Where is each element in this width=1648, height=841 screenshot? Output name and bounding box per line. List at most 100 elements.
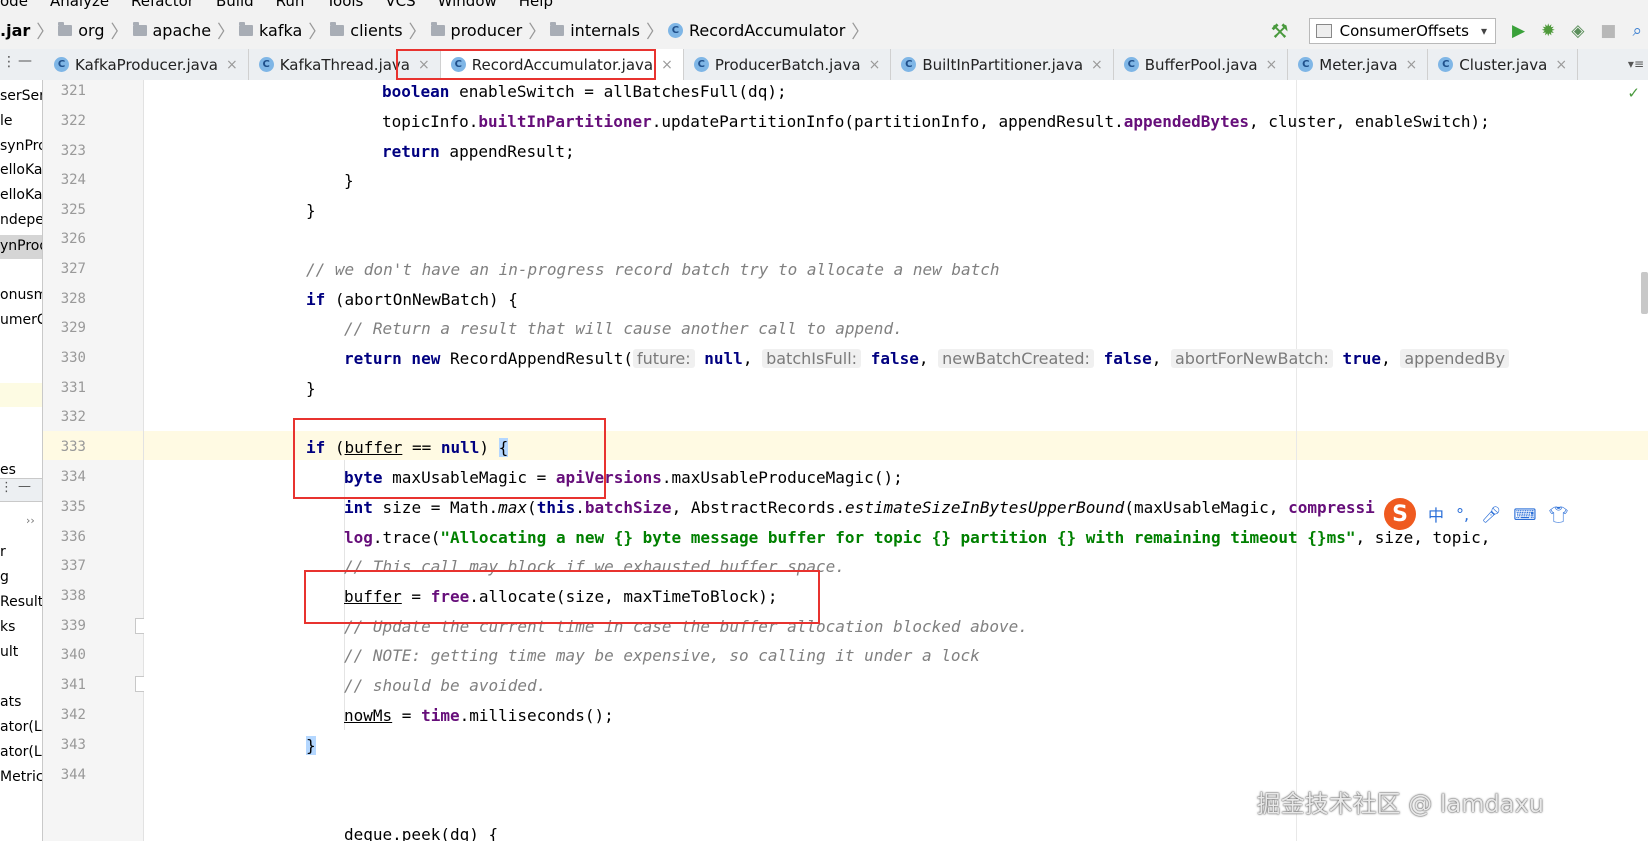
breadcrumb-item-jar[interactable]: .jar 〉 — [0, 18, 54, 44]
ime-punctuation-button[interactable]: °, — [1456, 505, 1469, 524]
tree-item[interactable]: elloKa — [0, 162, 42, 178]
tree-item[interactable]: serSer — [0, 88, 42, 104]
close-icon[interactable]: × — [1555, 57, 1567, 73]
code-line-327: // we don't have an in-progress record b… — [306, 260, 1000, 279]
code-editor[interactable]: boolean enableSwitch = allBatchesFull(dq… — [144, 80, 1648, 841]
tree-item[interactable]: ks — [0, 619, 15, 635]
tree-item[interactable]: ndeper — [0, 212, 42, 228]
debug-bug-icon[interactable]: ✹ — [1541, 21, 1555, 41]
breadcrumb-item-recordaccumulator[interactable]: C RecordAccumulator 〉 — [667, 18, 870, 44]
ime-chinese-mode-button[interactable]: 中 — [1428, 502, 1444, 526]
close-icon[interactable]: × — [1406, 57, 1418, 73]
tree-item[interactable]: le — [0, 113, 13, 129]
code-line-341: // should be avoided. — [344, 676, 547, 695]
menu-build[interactable]: Build — [216, 0, 254, 10]
tab-kafkathread[interactable]: C KafkaThread.java × — [249, 49, 441, 80]
tree-item[interactable]: onusm — [0, 287, 42, 303]
tab-cluster[interactable]: C Cluster.java × — [1428, 49, 1579, 80]
navigation-bar: .jar 〉 org 〉 apache 〉 kafka 〉 clients 〉 produ… — [0, 12, 1648, 50]
coverage-icon[interactable]: ◈ — [1571, 21, 1584, 41]
expand-chevron-icon[interactable]: ›› — [26, 514, 35, 527]
menu-vcs[interactable]: VCS — [385, 0, 415, 10]
settings-icon[interactable]: ⋮ — [0, 480, 13, 495]
breadcrumb-item-producer[interactable]: producer 〉 — [430, 18, 546, 44]
tree-item[interactable]: ats — [0, 694, 21, 710]
folder-icon — [430, 22, 445, 36]
run-configuration-select[interactable]: ConsumerOffsets ▾ — [1308, 17, 1496, 44]
close-icon[interactable]: × — [1091, 57, 1103, 73]
tree-item[interactable]: ult — [0, 644, 18, 660]
tab-kafkaproducer[interactable]: C KafkaProducer.java × — [44, 49, 249, 80]
tab-producerbatch[interactable]: C ProducerBatch.java × — [684, 49, 892, 80]
tab-bufferpool[interactable]: C BufferPool.java × — [1114, 49, 1289, 80]
tree-item[interactable]: es — [0, 462, 16, 478]
menu-analyze[interactable]: Analyze — [50, 0, 109, 10]
tree-item[interactable]: Metric — [0, 769, 42, 785]
code-line-330: return new RecordAppendResult(future: nu… — [344, 344, 1510, 374]
sogou-logo-icon[interactable]: S — [1384, 498, 1416, 530]
tree-item[interactable]: elloKa — [0, 187, 42, 203]
tree-item[interactable]: ator(L — [0, 744, 42, 760]
param-hint-future: future: — [632, 349, 695, 368]
class-icon: C — [450, 57, 466, 72]
code-line-343: } — [306, 731, 316, 761]
breadcrumb-item-internals[interactable]: internals 〉 — [550, 18, 664, 44]
tree-item[interactable]: synPro — [0, 138, 42, 154]
breadcrumb-item-clients[interactable]: clients 〉 — [330, 18, 427, 44]
line-number: 338 — [60, 588, 86, 604]
tab-meter[interactable]: C Meter.java × — [1288, 49, 1429, 80]
code-line-336: log.trace("Allocating a new {} byte mess… — [344, 528, 1491, 547]
menu-code[interactable]: ode — [0, 0, 28, 10]
close-icon[interactable]: × — [226, 57, 238, 73]
close-icon[interactable]: × — [661, 57, 673, 73]
close-icon[interactable]: × — [418, 57, 430, 73]
menu-window[interactable]: Window — [438, 0, 497, 10]
close-icon[interactable]: × — [869, 57, 881, 73]
line-number: 344 — [60, 767, 86, 783]
tree-item-selected[interactable]: ynProd — [0, 238, 42, 254]
menu-tools[interactable]: Tools — [326, 0, 363, 10]
minimize-icon[interactable]: — — [18, 479, 31, 494]
build-hammer-icon[interactable]: ⚒ — [1271, 19, 1289, 43]
line-number: 331 — [60, 380, 86, 396]
editor-gutter[interactable]: 321 322 323 324 325 326 327 328 329 330 … — [43, 80, 149, 841]
editor-tab-bar: ⋮ — C KafkaProducer.java × C KafkaThread.ja… — [0, 49, 1648, 81]
menu-refactor[interactable]: Refactor — [131, 0, 194, 10]
mic-icon[interactable]: 🎤︎ — [1481, 505, 1501, 524]
run-icon[interactable]: ▶ — [1512, 21, 1525, 41]
breadcrumb-item-org[interactable]: org 〉 — [58, 18, 129, 44]
chevron-right-icon: 〉 — [851, 21, 870, 43]
code-line-334: byte maxUsableMagic = apiVersions.maxUsa… — [344, 468, 903, 487]
code-line-345: deque.peek(dq) { — [344, 825, 499, 841]
tab-recordaccumulator[interactable]: C RecordAccumulator.java × — [440, 49, 684, 80]
code-line-321: boolean enableSwitch = allBatchesFull(dq… — [382, 82, 787, 101]
stop-icon[interactable]: ■ — [1600, 21, 1616, 41]
minimize-icon[interactable]: — — [18, 53, 32, 69]
tab-list-menu-icon[interactable]: ▾≡ — [1628, 57, 1644, 71]
run-config-icon — [1315, 23, 1332, 38]
class-icon: C — [1298, 57, 1314, 72]
scrollbar-thumb[interactable] — [1641, 272, 1648, 314]
right-margin-guide — [1296, 80, 1297, 841]
keyboard-icon[interactable]: ⌨ — [1513, 505, 1536, 524]
tab-builtinpartitioner[interactable]: C BuiltInPartitioner.java × — [891, 49, 1114, 80]
folder-icon — [239, 22, 254, 36]
tree-item[interactable]: Result — [0, 594, 42, 610]
line-number: 324 — [60, 172, 86, 188]
chevron-right-icon: 〉 — [645, 21, 664, 43]
line-number: 341 — [60, 677, 86, 693]
tree-item[interactable]: umerC — [0, 312, 42, 328]
tree-item[interactable]: r — [0, 544, 6, 560]
breadcrumb-item-kafka[interactable]: kafka 〉 — [239, 18, 326, 44]
line-number: 328 — [60, 291, 86, 307]
menu-help[interactable]: Help — [519, 0, 553, 10]
shirt-icon[interactable]: 👕︎ — [1549, 505, 1569, 524]
tree-item[interactable]: ator(L — [0, 719, 42, 735]
settings-icon[interactable]: ⋮ — [2, 54, 16, 70]
code-line-342: nowMs = time.milliseconds(); — [344, 706, 614, 725]
menu-run[interactable]: Run — [276, 0, 305, 10]
close-icon[interactable]: × — [1266, 57, 1278, 73]
search-icon[interactable]: ⌕ — [1632, 21, 1642, 41]
breadcrumb-item-apache[interactable]: apache 〉 — [132, 18, 235, 44]
tree-item[interactable]: g — [0, 569, 9, 585]
